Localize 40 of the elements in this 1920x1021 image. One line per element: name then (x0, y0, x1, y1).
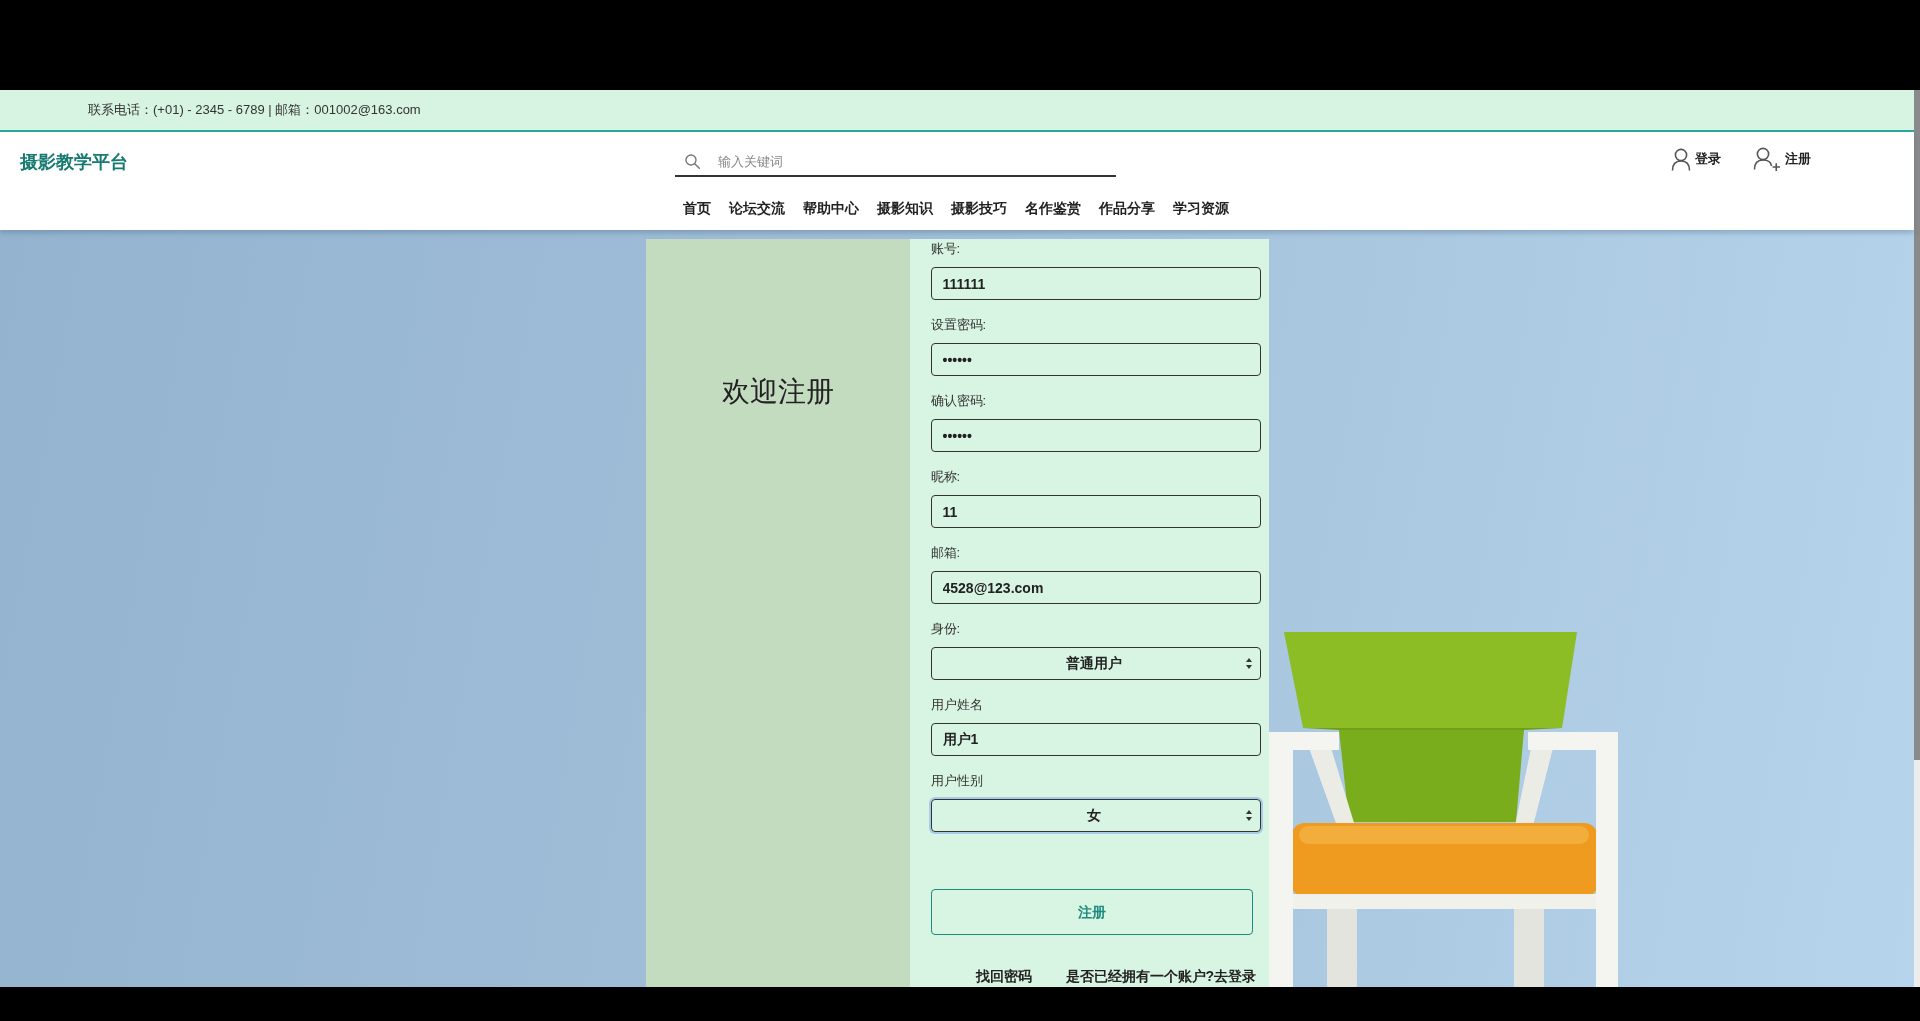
nav-link[interactable]: 学习资源 (1173, 197, 1229, 219)
text-input[interactable]: •••••• (930, 419, 1261, 452)
register-button[interactable]: 注册 (930, 889, 1253, 935)
text-input[interactable]: 4528@123.com (930, 571, 1261, 604)
field-label: 用户性别 (930, 772, 984, 790)
search-icon (685, 154, 700, 169)
dropdown-select[interactable]: 女 (930, 799, 1261, 832)
nav-link[interactable]: 摄影知识 (877, 197, 933, 219)
welcome-title: 欢迎注册 (720, 375, 835, 409)
contact-info-text: 联系电话：(+01) - 2345 - 6789 | 邮箱：001002@163.com (88, 101, 421, 120)
text-input[interactable]: 用户1 (930, 723, 1261, 756)
nav-link[interactable]: 论坛交流 (729, 197, 785, 219)
nav-link[interactable]: 摄影技巧 (951, 197, 1007, 219)
field-label: 确认密码: (930, 392, 988, 410)
login-prompt-link[interactable]: 是否已经拥有一个账户?去登录 (1065, 967, 1257, 985)
nav-link[interactable]: 名作鉴赏 (1025, 197, 1081, 219)
field-label: 身份: (930, 620, 962, 638)
field-label: 用户姓名 (930, 696, 984, 714)
dropdown-select[interactable]: 普通用户 (930, 647, 1261, 680)
field-label: 设置密码: (930, 316, 988, 334)
text-input[interactable]: •••••• (930, 343, 1261, 376)
text-input[interactable]: 111111 (930, 267, 1261, 300)
person-plus-icon (1753, 146, 1781, 172)
updown-caret-icon (1245, 658, 1252, 669)
nav-link[interactable]: 作品分享 (1099, 197, 1155, 219)
nav-link[interactable]: 帮助中心 (803, 197, 859, 219)
nav-link[interactable]: 首页 (683, 197, 711, 219)
field-label: 邮箱: (930, 544, 962, 562)
login-link[interactable]: 登录 (1671, 147, 1721, 171)
scrollbar-track[interactable] (1914, 90, 1920, 987)
forgot-password-link[interactable]: 找回密码 (975, 967, 1032, 985)
search-field[interactable]: 输入关键词 (675, 147, 1116, 177)
field-label: 账号: (930, 240, 962, 258)
person-icon (1671, 147, 1691, 171)
updown-caret-icon (1245, 810, 1252, 821)
register-link[interactable]: 注册 (1753, 146, 1811, 172)
site-title-link[interactable]: 摄影教学平台 (20, 151, 128, 172)
field-label: 昵称: (930, 468, 962, 486)
text-input[interactable]: 11 (930, 495, 1261, 528)
scrollbar-thumb[interactable] (1914, 90, 1920, 760)
